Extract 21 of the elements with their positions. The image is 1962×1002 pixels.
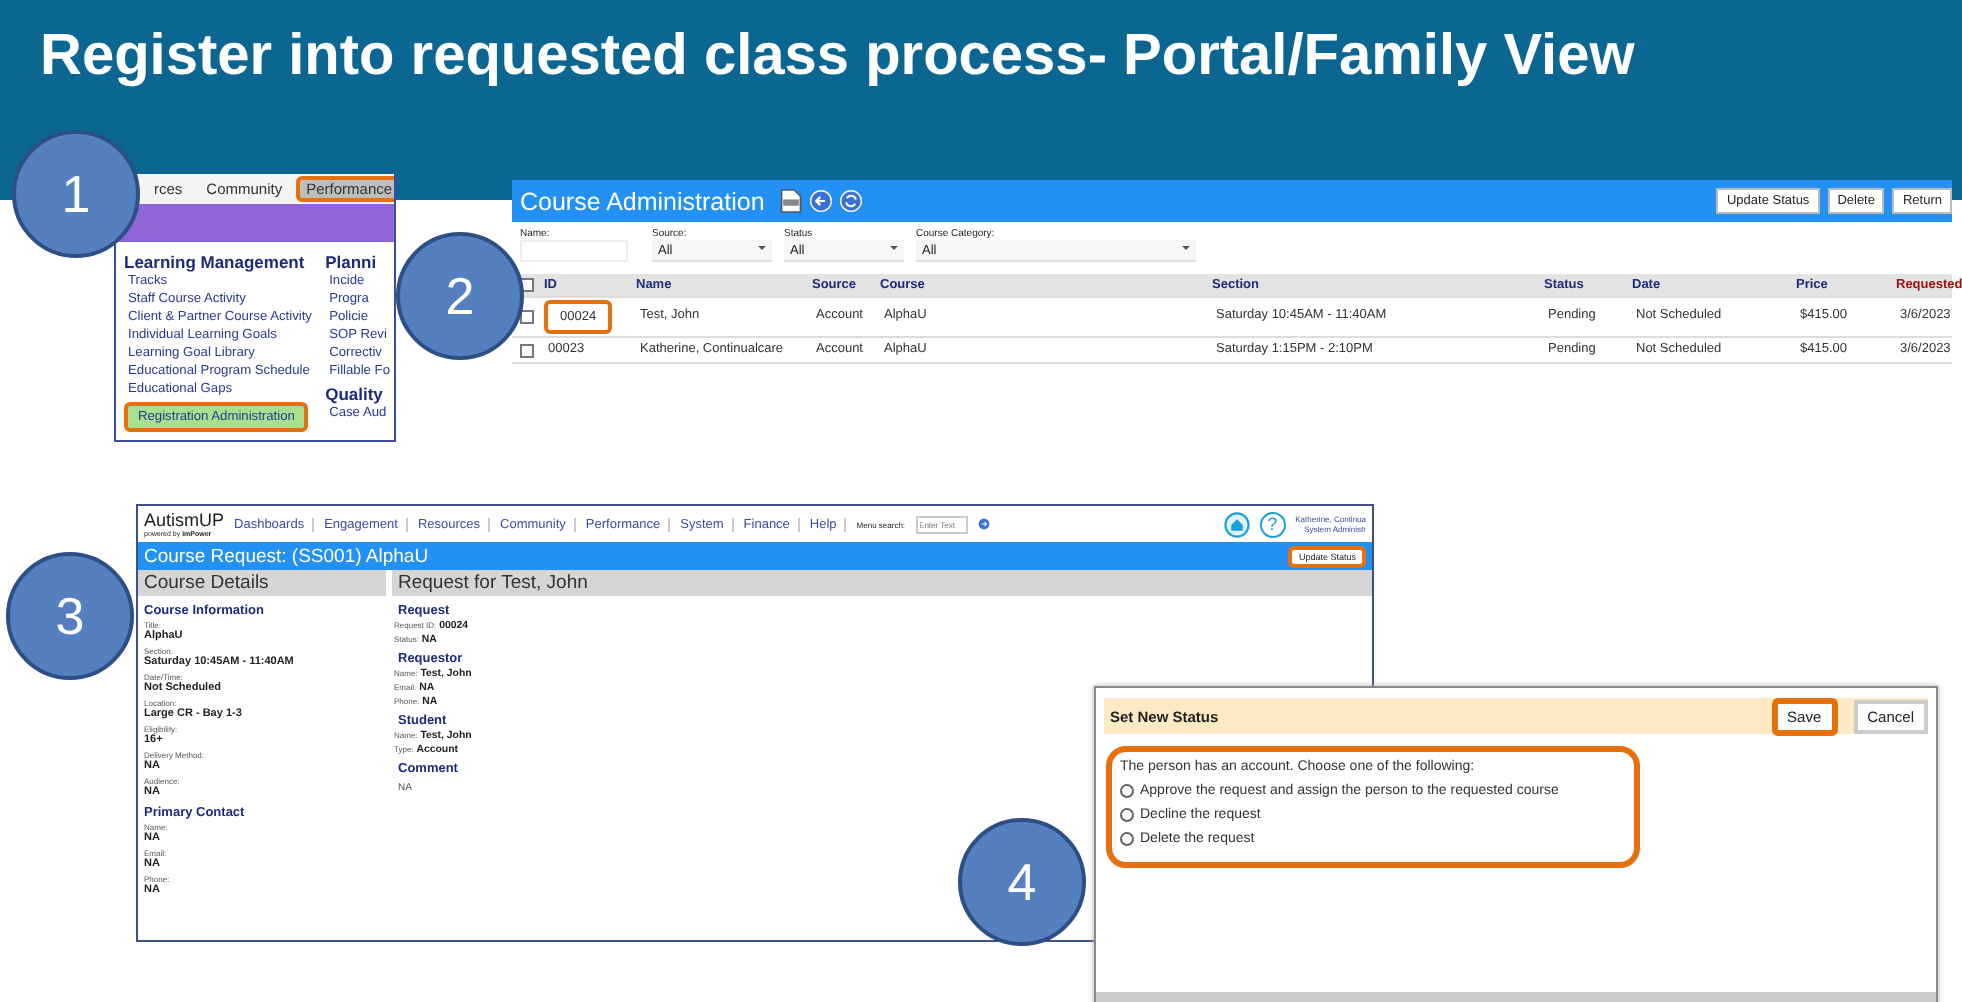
menu-heading: Learning Management [124,252,305,272]
home-icon[interactable] [1223,511,1250,537]
radio-button[interactable] [1120,808,1134,822]
refresh-icon[interactable] [840,188,863,214]
document-icon[interactable] [780,188,803,214]
menu-heading: Quality [325,384,383,404]
step-number-badge: 2 [396,232,524,360]
panel-heading: Request for Test, John [392,570,1372,596]
radio-button[interactable] [1120,784,1134,798]
checkbox[interactable] [520,343,534,357]
menu-heading: Planni [325,252,377,272]
step-number-badge: 3 [6,552,134,680]
page-title: Course Request: (SS001) AlphaU [144,545,429,567]
checkbox[interactable] [520,310,534,324]
slide-title: Register into requested class process- Portal/Family View [38,22,1637,90]
radio-button[interactable] [1120,832,1134,846]
panel-heading: Course Details [138,570,386,596]
name-field[interactable] [520,240,628,262]
page-title: Course Administration [520,187,765,215]
search-go-icon[interactable] [977,518,990,530]
app-logo: AutismUP [144,510,225,530]
